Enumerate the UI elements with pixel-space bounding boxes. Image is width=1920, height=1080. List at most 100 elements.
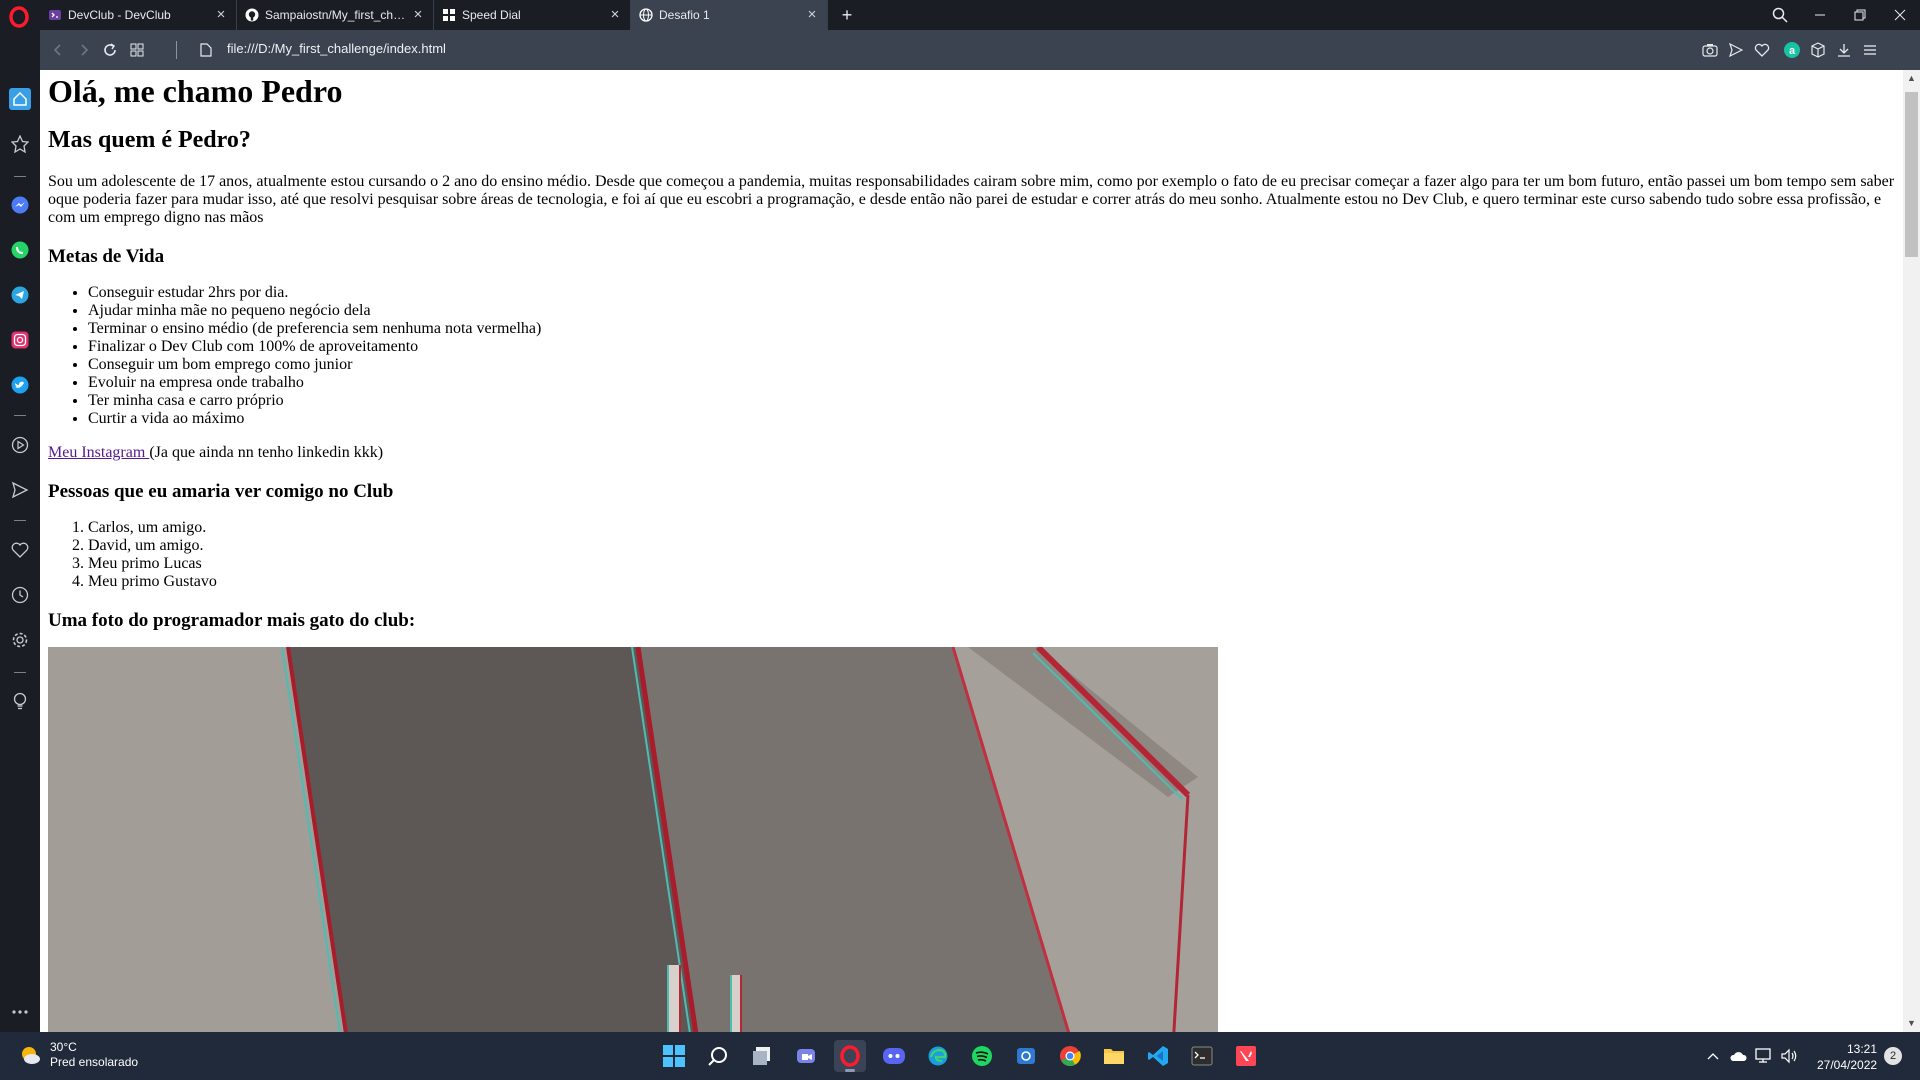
chrome-icon[interactable] bbox=[1054, 1040, 1086, 1072]
close-window-icon[interactable] bbox=[1880, 0, 1920, 30]
player-icon[interactable] bbox=[8, 433, 32, 457]
opera-taskbar-icon[interactable] bbox=[834, 1040, 866, 1072]
list-item: Ajudar minha mãe no pequeno negócio dela bbox=[88, 302, 1896, 320]
tab-title: DevClub - DevClub bbox=[68, 8, 171, 22]
opera-logo-icon[interactable] bbox=[8, 6, 30, 28]
page-title: Olá, me chamo Pedro bbox=[48, 73, 343, 109]
vertical-scrollbar[interactable]: ▲ ▼ bbox=[1903, 70, 1920, 1032]
tab-snapshot-icon[interactable] bbox=[127, 40, 147, 60]
sidebar bbox=[0, 30, 40, 1032]
photo-heading: Uma foto do programador mais gato do clu… bbox=[48, 610, 416, 631]
whatsapp-icon[interactable] bbox=[8, 238, 32, 262]
lightbulb-icon[interactable] bbox=[8, 689, 32, 713]
forward-icon[interactable] bbox=[74, 40, 94, 60]
sidebar-divider bbox=[14, 672, 26, 673]
tab-title: Desafio 1 bbox=[659, 8, 710, 22]
camera-icon[interactable] bbox=[1700, 40, 1720, 60]
twitter-icon[interactable] bbox=[8, 373, 32, 397]
instagram-icon[interactable] bbox=[8, 328, 32, 352]
tab-speed-dial[interactable]: Speed Dial × bbox=[434, 0, 631, 30]
send-icon[interactable] bbox=[1726, 40, 1746, 60]
telegram-icon[interactable] bbox=[8, 283, 32, 307]
sidebar-divider bbox=[14, 520, 26, 521]
page-viewport[interactable]: Olá, me chamo Pedro Mas quem é Pedro? So… bbox=[40, 70, 1920, 1032]
terminal-icon[interactable] bbox=[1186, 1040, 1218, 1072]
people-heading: Pessoas que eu amaria ver comigo no Club bbox=[48, 481, 394, 502]
list-item: Meu primo Lucas bbox=[88, 555, 1896, 573]
active-indicator bbox=[845, 1069, 855, 1072]
chevron-up-icon[interactable] bbox=[1702, 1044, 1724, 1068]
github-icon bbox=[245, 8, 259, 22]
list-item: Carlos, um amigo. bbox=[88, 519, 1896, 537]
system-clock[interactable]: 13:21 27/04/2022 bbox=[1817, 1041, 1877, 1073]
page-content: Olá, me chamo Pedro Mas quem é Pedro? So… bbox=[48, 70, 1896, 1032]
tab-close-icon[interactable]: × bbox=[214, 7, 228, 22]
easy-setup-icon[interactable] bbox=[1860, 40, 1880, 60]
clock-date: 27/04/2022 bbox=[1817, 1058, 1878, 1072]
list-item: Curtir a vida ao máximo bbox=[88, 410, 1896, 428]
valorant-icon[interactable] bbox=[1230, 1040, 1262, 1072]
tab-close-icon[interactable]: × bbox=[805, 7, 819, 22]
list-item: Finalizar o Dev Club com 100% de aprovei… bbox=[88, 338, 1896, 356]
heart-icon[interactable] bbox=[1752, 40, 1772, 60]
account-icon[interactable]: a bbox=[1782, 40, 1802, 60]
list-item: Conseguir um bom emprego como junior bbox=[88, 356, 1896, 374]
file-explorer-icon[interactable] bbox=[1098, 1040, 1130, 1072]
toolbar-separator bbox=[176, 41, 177, 59]
sidebar-divider bbox=[14, 415, 26, 416]
new-tab-button[interactable]: + bbox=[836, 4, 858, 26]
vscode-icon[interactable] bbox=[1142, 1040, 1174, 1072]
back-icon[interactable] bbox=[48, 40, 68, 60]
restore-icon[interactable] bbox=[1840, 0, 1880, 30]
download-icon[interactable] bbox=[1834, 40, 1854, 60]
file-page-icon bbox=[196, 40, 216, 60]
discord-icon[interactable] bbox=[878, 1040, 910, 1072]
tab-strip: DevClub - DevClub × Sampaiostn/My_first_… bbox=[0, 0, 1920, 30]
teams-chat-icon[interactable] bbox=[790, 1040, 822, 1072]
tab-desafio-1[interactable]: Desafio 1 × bbox=[631, 0, 828, 30]
tab-title: Speed Dial bbox=[462, 8, 521, 22]
windows-taskbar: 30°C Pred ensolarado 13:21 27/04/2022 2 bbox=[0, 1032, 1920, 1080]
messenger-icon[interactable] bbox=[8, 193, 32, 217]
more-options-icon[interactable] bbox=[8, 1000, 32, 1024]
cube-icon[interactable] bbox=[1808, 40, 1828, 60]
tab-close-icon[interactable]: × bbox=[411, 7, 425, 22]
clock-time: 13:21 bbox=[1846, 1042, 1877, 1056]
address-field[interactable]: file:///D:/My_first_challenge/index.html bbox=[227, 41, 446, 56]
weather-widget[interactable]: 30°C Pred ensolarado bbox=[18, 1040, 138, 1070]
my-flow-icon[interactable] bbox=[8, 478, 32, 502]
edge-icon[interactable] bbox=[922, 1040, 954, 1072]
scrollbar-thumb[interactable] bbox=[1905, 92, 1918, 257]
notification-badge[interactable]: 2 bbox=[1884, 1047, 1902, 1065]
weather-condition: Pred ensolarado bbox=[50, 1055, 139, 1069]
instagram-note: (Ja que ainda nn tenho linkedin kkk) bbox=[149, 444, 384, 461]
onedrive-cloud-icon[interactable] bbox=[1727, 1044, 1749, 1068]
history-icon[interactable] bbox=[8, 583, 32, 607]
windows-start-icon[interactable] bbox=[658, 1040, 690, 1072]
photos-app-icon[interactable] bbox=[1010, 1040, 1042, 1072]
spotify-icon[interactable] bbox=[966, 1040, 998, 1072]
minimize-icon[interactable] bbox=[1800, 0, 1840, 30]
settings-gear-icon[interactable] bbox=[8, 628, 32, 652]
search-icon[interactable] bbox=[702, 1040, 734, 1072]
task-view-icon[interactable] bbox=[746, 1040, 778, 1072]
globe-icon bbox=[639, 8, 653, 22]
scroll-down-icon[interactable]: ▼ bbox=[1903, 1015, 1920, 1032]
scroll-up-icon[interactable]: ▲ bbox=[1903, 70, 1920, 87]
tab-github[interactable]: Sampaiostn/My_first_challe × bbox=[237, 0, 434, 30]
bookmarks-icon[interactable] bbox=[8, 132, 32, 156]
instagram-link[interactable]: Meu Instagram bbox=[48, 444, 149, 461]
tab-devclub[interactable]: DevClub - DevClub × bbox=[40, 0, 237, 30]
intro-paragraph: Sou um adolescente de 17 anos, atualment… bbox=[48, 173, 1895, 226]
home-icon[interactable] bbox=[8, 87, 32, 111]
volume-icon[interactable] bbox=[1778, 1044, 1800, 1068]
pinboard-heart-icon[interactable] bbox=[8, 538, 32, 562]
network-icon[interactable] bbox=[1753, 1044, 1775, 1068]
subtitle-heading: Mas quem é Pedro? bbox=[48, 127, 251, 153]
reload-icon[interactable] bbox=[100, 40, 120, 60]
list-item: Evoluir na empresa onde trabalho bbox=[88, 374, 1896, 392]
search-tabs-icon[interactable] bbox=[1760, 0, 1800, 30]
tab-close-icon[interactable]: × bbox=[608, 7, 622, 22]
list-item: Ter minha casa e carro próprio bbox=[88, 392, 1896, 410]
address-toolbar: file:///D:/My_first_challenge/index.html… bbox=[40, 30, 1920, 70]
